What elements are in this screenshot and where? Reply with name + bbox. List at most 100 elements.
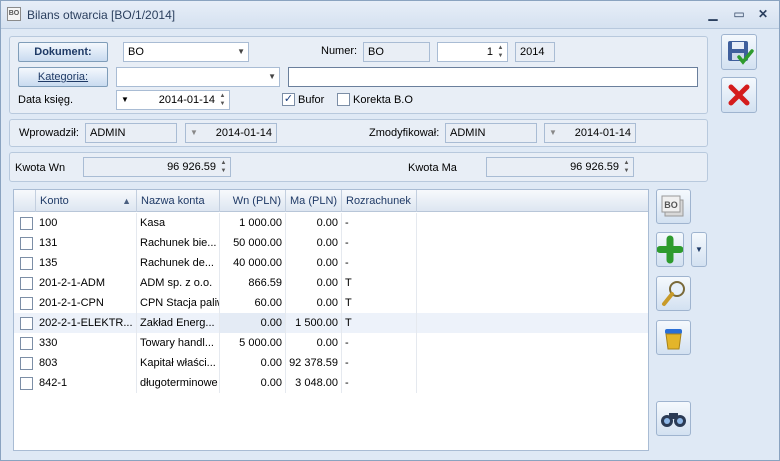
window: BO Bilans otwarcia [BO/1/2014] ▁ ▭ ✕ Dok… [0,0,780,461]
cell-konto: 842-1 [36,373,137,393]
table-row[interactable]: 803 Kapitał właści... 0.00 92 378.59- [14,353,648,373]
save-button[interactable] [721,34,757,70]
dokument-button[interactable]: Dokument: [18,42,108,62]
cell-rozr: T [342,313,417,333]
kwota-ma-field: 96 926.59 ▲ ▼ [486,157,634,177]
find-button[interactable] [656,401,691,436]
cell-konto: 100 [36,213,137,233]
table-row[interactable]: 100 Kasa 1 000.00 0.00- [14,213,648,233]
header-select-column[interactable] [14,190,36,212]
table-row[interactable]: 330 Towary handl... 5 000.00 0.00- [14,333,648,353]
delete-button[interactable] [656,320,691,355]
cell-wn: 60.00 [220,293,286,313]
numer-prefix-field: BO [363,42,430,62]
close-button[interactable]: ✕ [753,5,773,23]
row-checkbox[interactable] [20,237,33,250]
table-row[interactable]: 201-2-1-ADM ADM sp. z o.o. 866.59 0.00 T [14,273,648,293]
chevron-down-icon: ▼ [695,245,703,254]
cell-konto: 202-2-1-ELEKTR... [36,313,137,333]
spinner-icon[interactable]: ▲ ▼ [496,44,505,60]
cancel-button[interactable] [721,77,757,113]
data-ksieg-field[interactable]: ▼ 2014-01-14 ▲ ▼ [116,90,230,110]
cell-rozr: - [342,333,417,353]
kategoria-select[interactable]: ▼ [116,67,280,87]
cell-nazwa: Kapitał właści... [137,353,220,373]
chevron-down-icon: ▼ [549,128,557,137]
kwota-wn-label: Kwota Wn [15,162,66,174]
table-row[interactable]: 131 Rachunek bie... 50 000.00 0.00- [14,233,648,253]
cell-wn: 5 000.00 [220,333,286,353]
table-row[interactable]: 201-2-1-CPN CPN Stacja paliw 60.00 0.00 T [14,293,648,313]
minimize-button[interactable]: ▁ [703,5,723,23]
numer-year-field: 2014 [515,42,555,62]
header-wn[interactable]: Wn (PLN) [220,190,286,212]
cell-ma: 0.00 [286,293,342,313]
bo-button[interactable]: BO [656,189,691,224]
table-row[interactable]: 135 Rachunek de... 40 000.00 0.00- [14,253,648,273]
dokument-select[interactable]: BO ▼ [123,42,249,62]
spinner-icon: ▲ ▼ [220,160,227,174]
row-checkbox[interactable] [20,277,33,290]
cell-konto: 330 [36,333,137,353]
row-checkbox[interactable] [20,357,33,370]
bufor-checkbox[interactable]: ✓ [282,93,295,106]
title-bar: BO Bilans otwarcia [BO/1/2014] ▁ ▭ ✕ [1,1,779,29]
totals-panel: Kwota Wn 96 926.59 ▲ ▼ Kwota Ma 96 926.59 ▲… [9,152,708,182]
kategoria-button[interactable]: Kategoria: [18,67,108,87]
cell-konto: 201-2-1-ADM [36,273,137,293]
header-konto[interactable]: Konto ▲ [36,190,137,212]
cell-nazwa: Kasa [137,213,220,233]
cell-rozr: - [342,353,417,373]
magnifier-icon [662,281,685,306]
korekta-label: Korekta B.O [353,94,413,106]
cell-nazwa: Zakład Energ... [137,313,220,333]
row-checkbox[interactable] [20,217,33,230]
numer-label: Numer: [321,45,358,57]
cell-ma: 0.00 [286,273,342,293]
row-checkbox[interactable] [20,297,33,310]
cell-ma: 0.00 [286,333,342,353]
binoculars-icon [661,413,686,427]
plus-icon [656,235,684,264]
zmodyfikowal-user-field: ADMIN [445,123,537,143]
row-checkbox[interactable] [20,317,33,330]
add-button[interactable] [656,232,684,267]
korekta-checkbox[interactable] [337,93,350,106]
document-panel: Dokument: BO ▼ Numer: BO 1 ▲ ▼ 2014 Kategor… [9,36,708,114]
cell-wn: 1 000.00 [220,213,286,233]
sort-ascending-icon: ▲ [122,196,131,206]
numer-number-field[interactable]: 1 ▲ ▼ [437,42,508,62]
spinner-icon[interactable]: ▲ ▼ [218,92,227,108]
cell-rozr: T [342,273,417,293]
row-checkbox[interactable] [20,377,33,390]
cell-ma: 3 048.00 [286,373,342,393]
header-nazwa[interactable]: Nazwa konta [137,190,220,212]
chevron-down-icon: ▼ [190,128,198,137]
cell-konto: 131 [36,233,137,253]
row-checkbox[interactable] [20,257,33,270]
accounts-grid: Konto ▲ Nazwa konta Wn (PLN) Ma (PLN) Roz… [13,189,649,451]
table-row[interactable]: 202-2-1-ELEKTR... Zakład Energ... 0.00 1 50… [14,313,648,333]
wprowadzil-user-field: ADMIN [85,123,177,143]
bo-icon-text: BO [664,200,678,210]
chevron-down-icon: ▼ [237,47,245,56]
cell-ma: 0.00 [286,233,342,253]
chevron-down-icon: ▼ [268,72,276,81]
zmodyfikowal-label: Zmodyfikował: [369,127,440,139]
row-checkbox[interactable] [20,337,33,350]
cell-konto: 135 [36,253,137,273]
preview-button[interactable] [656,276,691,311]
table-row[interactable]: 842-1 długoterminowe 0.00 3 048.00- [14,373,648,393]
cell-rozr: - [342,233,417,253]
spinner-icon: ▲ ▼ [623,160,630,174]
kwota-wn-field: 96 926.59 ▲ ▼ [83,157,231,177]
header-ma[interactable]: Ma (PLN) [286,190,342,212]
cancel-x-icon [728,84,750,106]
trash-icon [665,329,682,350]
cell-wn: 0.00 [220,373,286,393]
cell-wn: 0.00 [220,353,286,373]
add-dropdown-button[interactable]: ▼ [691,232,707,267]
header-rozrachunek[interactable]: Rozrachunek [342,190,417,212]
kategoria-description-field[interactable] [288,67,698,87]
maximize-button[interactable]: ▭ [729,5,749,23]
